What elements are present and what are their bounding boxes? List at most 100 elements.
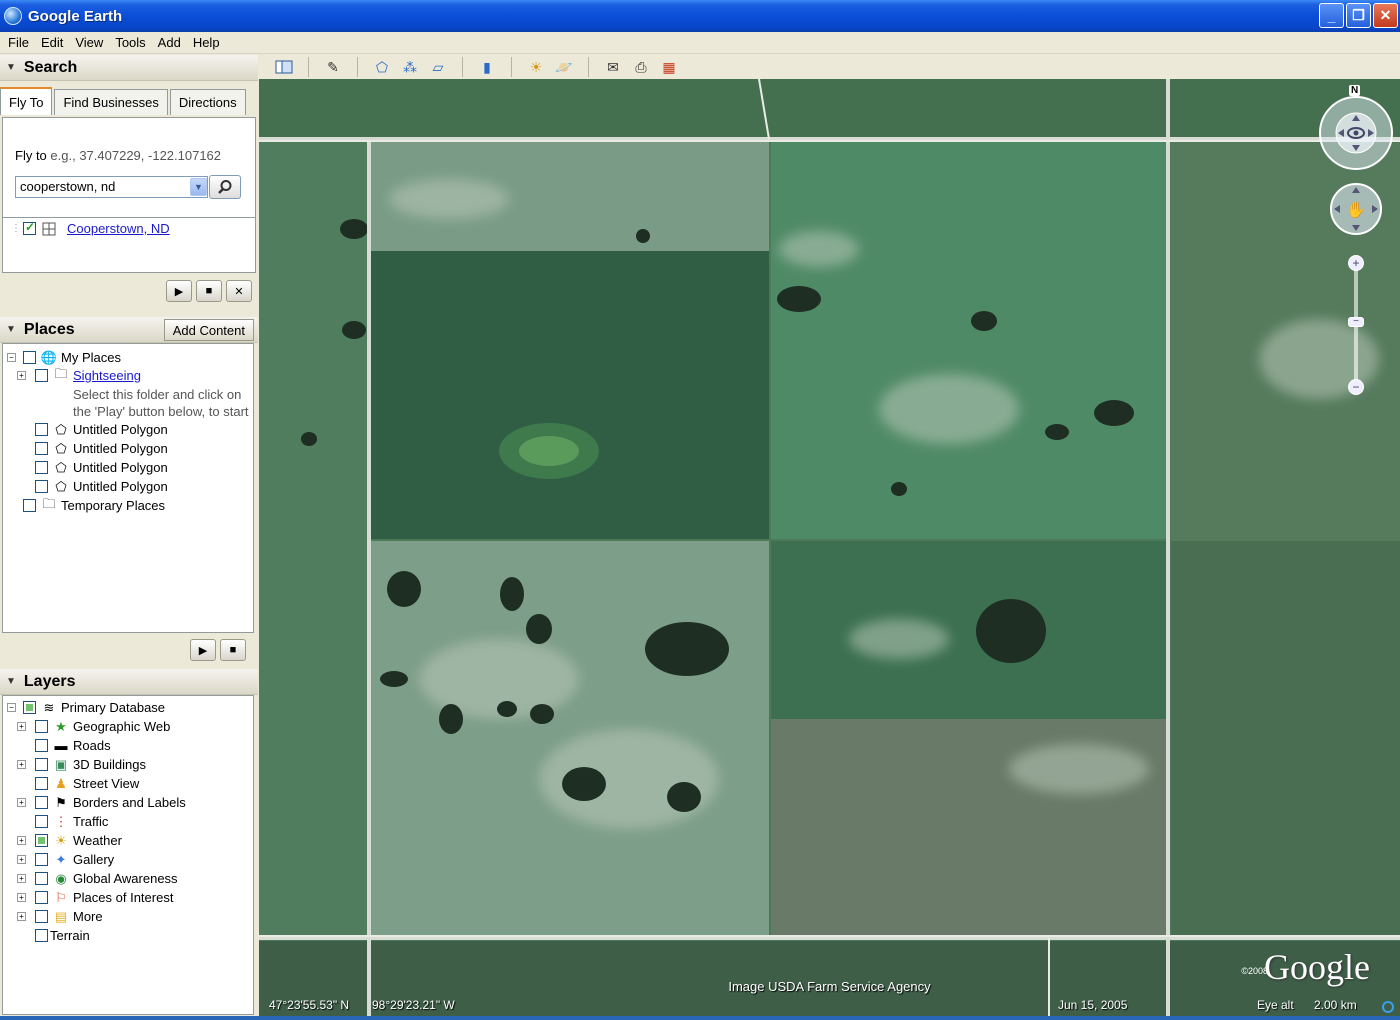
expand-icon[interactable]: + [17, 722, 26, 731]
checkbox[interactable] [35, 815, 48, 828]
layer-weather[interactable]: + ☀ Weather [17, 831, 122, 850]
checkbox[interactable] [35, 369, 48, 382]
checkbox[interactable] [35, 720, 48, 733]
checkbox[interactable] [35, 796, 48, 809]
checkbox[interactable] [23, 351, 36, 364]
layer-borders-labels[interactable]: + ⚑ Borders and Labels [17, 793, 186, 812]
expand-icon[interactable]: + [17, 371, 26, 380]
satellite-imagery[interactable] [259, 79, 1400, 1016]
checkbox[interactable] [23, 701, 36, 714]
sidebar-toggle-button[interactable] [272, 57, 296, 77]
zoom-out-icon[interactable]: − [1348, 379, 1364, 395]
sunlight-button[interactable]: ☀ [524, 57, 548, 77]
flyto-input[interactable]: cooperstown, nd [15, 176, 208, 198]
tree-label-link[interactable]: Sightseeing [73, 368, 141, 383]
checkbox[interactable] [35, 853, 48, 866]
collapse-icon[interactable]: − [7, 353, 16, 362]
layer-roads[interactable]: ▬ Roads [35, 736, 111, 755]
view-in-maps-button[interactable]: ▦ [657, 57, 681, 77]
checkbox[interactable] [23, 499, 36, 512]
checkbox[interactable] [35, 891, 48, 904]
dropdown-arrow-icon[interactable]: ▼ [190, 178, 207, 196]
layer-geographic-web[interactable]: + ★ Geographic Web [17, 717, 170, 736]
tree-item-polygon[interactable]: ⬠ Untitled Polygon [35, 439, 168, 458]
layer-primary-database[interactable]: − ≋ Primary Database [7, 698, 165, 717]
add-polygon-button[interactable]: ⬠ [370, 57, 394, 77]
menu-add[interactable]: Add [152, 35, 187, 50]
expand-icon[interactable]: + [17, 912, 26, 921]
checkbox[interactable] [35, 758, 48, 771]
clear-button[interactable]: ✕ [226, 280, 252, 302]
checkbox[interactable] [35, 480, 48, 493]
tab-fly-to[interactable]: Fly To [0, 87, 53, 115]
checkbox[interactable] [35, 461, 48, 474]
search-panel-header[interactable]: ▼ Search [0, 55, 258, 81]
checkbox[interactable] [35, 423, 48, 436]
expand-icon[interactable]: + [17, 760, 26, 769]
checkbox[interactable] [35, 929, 48, 942]
zoom-slider[interactable]: + − − [1348, 255, 1364, 395]
layer-places-of-interest[interactable]: + ⚐ Places of Interest [17, 888, 173, 907]
tab-directions[interactable]: Directions [169, 89, 246, 115]
menu-help[interactable]: Help [187, 35, 226, 50]
collapse-triangle-icon[interactable]: ▼ [6, 676, 16, 687]
print-button[interactable]: ⎙ [629, 57, 653, 77]
checkbox[interactable] [35, 834, 48, 847]
layer-terrain[interactable]: Terrain [35, 926, 90, 945]
collapse-icon[interactable]: − [7, 703, 16, 712]
places-panel-header[interactable]: ▼ Places Add Content [0, 317, 258, 343]
add-content-button[interactable]: Add Content [163, 319, 254, 341]
tree-item-temporary-places[interactable]: 🗀 Temporary Places [23, 496, 165, 515]
checkbox[interactable] [35, 739, 48, 752]
earth-view[interactable]: N ✋ + − − Image USDA Farm Service Agency [259, 79, 1400, 1016]
menu-view[interactable]: View [69, 35, 109, 50]
expand-icon[interactable]: + [17, 836, 26, 845]
search-button[interactable] [209, 175, 241, 199]
zoom-in-icon[interactable]: + [1348, 255, 1364, 271]
zoom-thumb[interactable]: − [1348, 317, 1364, 327]
layer-gallery[interactable]: + ✦ Gallery [17, 850, 114, 869]
add-overlay-button[interactable]: ▱ [426, 57, 450, 77]
layer-traffic[interactable]: ⋮ Traffic [35, 812, 108, 831]
add-placemark-button[interactable]: ✎ [321, 57, 345, 77]
checkbox[interactable] [35, 442, 48, 455]
result-checkbox[interactable] [23, 220, 36, 235]
menu-file[interactable]: File [2, 35, 35, 50]
layers-panel-header[interactable]: ▼ Layers [0, 669, 258, 695]
expand-icon[interactable]: + [17, 893, 26, 902]
expand-icon[interactable]: + [17, 855, 26, 864]
expand-icon[interactable]: + [17, 798, 26, 807]
move-joystick[interactable]: ✋ [1328, 181, 1384, 237]
close-button[interactable]: ✕ [1373, 3, 1398, 28]
checkbox[interactable] [35, 910, 48, 923]
layer-3d-buildings[interactable]: + ▣ 3D Buildings [17, 755, 146, 774]
tree-item-polygon[interactable]: ⬠ Untitled Polygon [35, 477, 168, 496]
look-joystick[interactable] [1316, 93, 1396, 173]
tab-find-businesses[interactable]: Find Businesses [54, 89, 168, 115]
play-button[interactable]: ▶ [166, 280, 192, 302]
checkbox[interactable] [35, 872, 48, 885]
tree-item-polygon[interactable]: ⬠ Untitled Polygon [35, 458, 168, 477]
play-button[interactable]: ▶ [190, 639, 216, 661]
maximize-button[interactable]: ❐ [1346, 3, 1371, 28]
collapse-triangle-icon[interactable]: ▼ [6, 324, 16, 335]
email-button[interactable]: ✉ [601, 57, 625, 77]
tree-item-polygon[interactable]: ⬠ Untitled Polygon [35, 420, 168, 439]
menu-tools[interactable]: Tools [109, 35, 151, 50]
stop-button[interactable]: ■ [220, 639, 246, 661]
result-link-cooperstown[interactable]: Cooperstown, ND [67, 221, 170, 236]
collapse-triangle-icon[interactable]: ▼ [6, 62, 16, 73]
expand-icon[interactable]: + [17, 874, 26, 883]
layer-global-awareness[interactable]: + ◉ Global Awareness [17, 869, 178, 888]
menu-edit[interactable]: Edit [35, 35, 69, 50]
checkbox[interactable] [35, 777, 48, 790]
layer-more[interactable]: + ▤ More [17, 907, 103, 926]
stop-button[interactable]: ■ [196, 280, 222, 302]
ruler-button[interactable]: ▮ [475, 57, 499, 77]
sky-button[interactable]: 🪐 [552, 57, 576, 77]
add-path-button[interactable]: ⁂ [398, 57, 422, 77]
minimize-button[interactable]: _ [1319, 3, 1344, 28]
tree-item-sightseeing[interactable]: + 🗀 Sightseeing [17, 366, 141, 385]
result-item[interactable]: ⋮ Cooperstown, ND [11, 220, 170, 236]
layer-street-view[interactable]: ♟ Street View [35, 774, 139, 793]
